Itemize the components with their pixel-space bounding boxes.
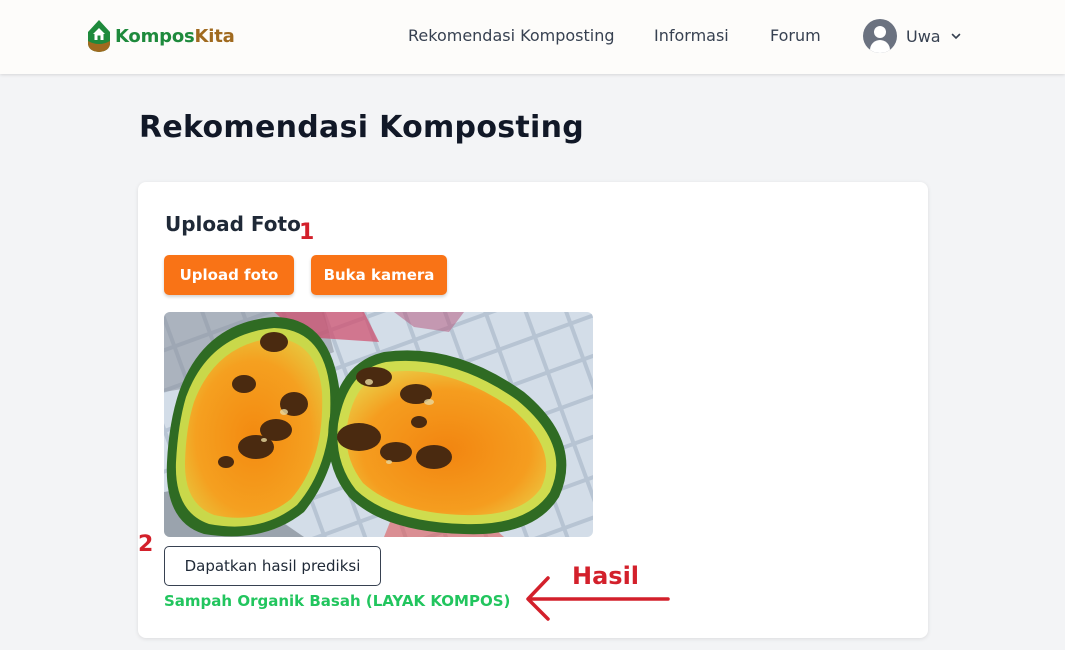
uploaded-photo-preview — [164, 312, 593, 537]
nav-link-forum[interactable]: Forum — [770, 26, 821, 45]
logo[interactable]: KomposKita — [87, 19, 235, 53]
navbar: KomposKita Rekomendasi Komposting Inform… — [0, 0, 1065, 74]
annotation-arrow-left-icon — [526, 576, 670, 621]
page-title: Rekomendasi Komposting — [139, 110, 585, 145]
user-name: Uwa — [906, 26, 941, 46]
annotation-step-2: 2 — [138, 532, 154, 557]
open-camera-button[interactable]: Buka kamera — [311, 255, 447, 295]
nav-link-informasi[interactable]: Informasi — [654, 26, 729, 45]
logo-text: KomposKita — [115, 25, 235, 47]
user-avatar-icon — [863, 19, 897, 53]
user-menu[interactable]: Uwa — [863, 19, 961, 53]
logo-house-icon — [88, 20, 110, 52]
annotation-step-1: 1 — [299, 220, 315, 245]
chevron-down-icon — [951, 33, 960, 40]
get-prediction-button[interactable]: Dapatkan hasil prediksi — [164, 546, 381, 586]
nav-link-rekomendasi[interactable]: Rekomendasi Komposting — [408, 26, 615, 45]
photo-rotten-mango-image — [164, 312, 593, 537]
upload-photo-button[interactable]: Upload foto — [164, 255, 294, 295]
upload-section-title: Upload Foto — [165, 212, 301, 236]
prediction-result: Sampah Organik Basah (LAYAK KOMPOS) — [164, 592, 511, 610]
